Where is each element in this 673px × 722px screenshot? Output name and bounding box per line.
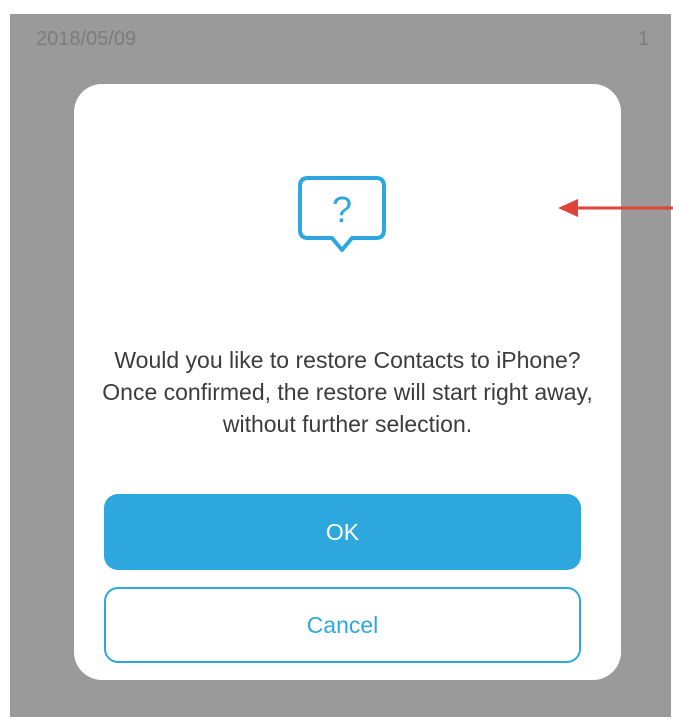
backup-date: 2018/05/09 — [36, 28, 137, 50]
ok-button[interactable]: OK — [104, 494, 581, 570]
backup-list-row: 2018/05/09 1 — [10, 14, 671, 64]
restore-confirm-dialog: ? Would you like to restore Contacts to … — [74, 84, 621, 680]
svg-text:?: ? — [332, 189, 352, 230]
question-bubble-icon: ? — [298, 176, 386, 252]
red-arrow-icon — [558, 199, 673, 217]
ok-button-label: OK — [325, 518, 360, 545]
backup-count: 1 — [637, 28, 649, 50]
cancel-button-label: Cancel — [306, 611, 379, 638]
phone-screen: 2018/05/09 1 ? Would you like to restore… — [10, 14, 671, 717]
dialog-message: Would you like to restore Contacts to iP… — [102, 347, 593, 437]
cancel-button[interactable]: Cancel — [104, 587, 581, 663]
